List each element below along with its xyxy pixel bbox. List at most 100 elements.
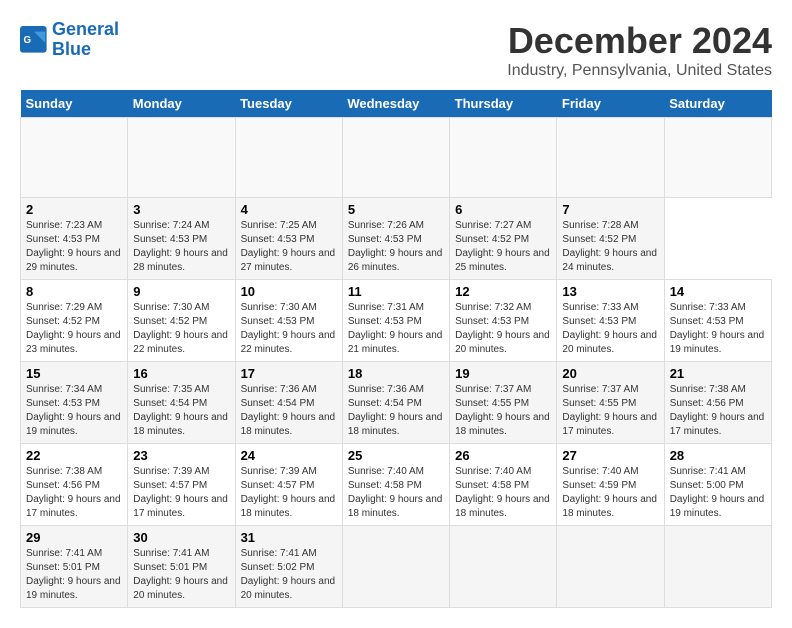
day-info: Sunrise: 7:33 AMSunset: 4:53 PMDaylight:… <box>670 301 766 357</box>
day-cell-6: 6 Sunrise: 7:27 AMSunset: 4:52 PMDayligh… <box>450 198 557 280</box>
week-row-1 <box>21 118 772 198</box>
day-cell-15: 15 Sunrise: 7:34 AMSunset: 4:53 PMDaylig… <box>21 362 128 444</box>
day-number: 25 <box>348 448 444 463</box>
day-info: Sunrise: 7:36 AMSunset: 4:54 PMDaylight:… <box>241 383 337 439</box>
day-number: 7 <box>562 202 658 217</box>
day-number: 22 <box>26 448 122 463</box>
day-info: Sunrise: 7:34 AMSunset: 4:53 PMDaylight:… <box>26 383 122 439</box>
week-row-6: 29 Sunrise: 7:41 AMSunset: 5:01 PMDaylig… <box>21 526 772 608</box>
day-info: Sunrise: 7:26 AMSunset: 4:53 PMDaylight:… <box>348 219 444 275</box>
day-number: 17 <box>241 366 337 381</box>
day-info: Sunrise: 7:37 AMSunset: 4:55 PMDaylight:… <box>455 383 551 439</box>
day-number: 8 <box>26 284 122 299</box>
week-row-3: 8 Sunrise: 7:29 AMSunset: 4:52 PMDayligh… <box>21 280 772 362</box>
month-title: December 2024 <box>507 20 772 62</box>
day-info: Sunrise: 7:40 AMSunset: 4:58 PMDaylight:… <box>455 465 551 521</box>
day-cell-8: 8 Sunrise: 7:29 AMSunset: 4:52 PMDayligh… <box>21 280 128 362</box>
day-info: Sunrise: 7:24 AMSunset: 4:53 PMDaylight:… <box>133 219 229 275</box>
day-number: 11 <box>348 284 444 299</box>
day-info: Sunrise: 7:30 AMSunset: 4:53 PMDaylight:… <box>241 301 337 357</box>
empty-cell <box>342 118 449 198</box>
day-info: Sunrise: 7:23 AMSunset: 4:53 PMDaylight:… <box>26 219 122 275</box>
week-row-2: 2 Sunrise: 7:23 AMSunset: 4:53 PMDayligh… <box>21 198 772 280</box>
day-number: 31 <box>241 530 337 545</box>
day-cell-2: 2 Sunrise: 7:23 AMSunset: 4:53 PMDayligh… <box>21 198 128 280</box>
day-number: 21 <box>670 366 766 381</box>
day-info: Sunrise: 7:29 AMSunset: 4:52 PMDaylight:… <box>26 301 122 357</box>
day-info: Sunrise: 7:32 AMSunset: 4:53 PMDaylight:… <box>455 301 551 357</box>
day-cell-26: 26 Sunrise: 7:40 AMSunset: 4:58 PMDaylig… <box>450 444 557 526</box>
week-row-4: 15 Sunrise: 7:34 AMSunset: 4:53 PMDaylig… <box>21 362 772 444</box>
day-cell-29: 29 Sunrise: 7:41 AMSunset: 5:01 PMDaylig… <box>21 526 128 608</box>
day-number: 24 <box>241 448 337 463</box>
day-info: Sunrise: 7:41 AMSunset: 5:01 PMDaylight:… <box>26 547 122 603</box>
empty-cell <box>557 526 664 608</box>
day-cell-10: 10 Sunrise: 7:30 AMSunset: 4:53 PMDaylig… <box>235 280 342 362</box>
header-wednesday: Wednesday <box>342 90 449 118</box>
day-number: 12 <box>455 284 551 299</box>
header-friday: Friday <box>557 90 664 118</box>
day-cell-13: 13 Sunrise: 7:33 AMSunset: 4:53 PMDaylig… <box>557 280 664 362</box>
day-cell-25: 25 Sunrise: 7:40 AMSunset: 4:58 PMDaylig… <box>342 444 449 526</box>
day-cell-5: 5 Sunrise: 7:26 AMSunset: 4:53 PMDayligh… <box>342 198 449 280</box>
day-cell-16: 16 Sunrise: 7:35 AMSunset: 4:54 PMDaylig… <box>128 362 235 444</box>
day-number: 14 <box>670 284 766 299</box>
day-number: 20 <box>562 366 658 381</box>
title-area: December 2024 Industry, Pennsylvania, Un… <box>507 20 772 80</box>
day-number: 15 <box>26 366 122 381</box>
header-thursday: Thursday <box>450 90 557 118</box>
day-number: 16 <box>133 366 229 381</box>
day-info: Sunrise: 7:30 AMSunset: 4:52 PMDaylight:… <box>133 301 229 357</box>
day-info: Sunrise: 7:41 AMSunset: 5:00 PMDaylight:… <box>670 465 766 521</box>
day-cell-19: 19 Sunrise: 7:37 AMSunset: 4:55 PMDaylig… <box>450 362 557 444</box>
day-number: 18 <box>348 366 444 381</box>
empty-cell <box>450 118 557 198</box>
day-number: 3 <box>133 202 229 217</box>
day-info: Sunrise: 7:31 AMSunset: 4:53 PMDaylight:… <box>348 301 444 357</box>
day-cell-18: 18 Sunrise: 7:36 AMSunset: 4:54 PMDaylig… <box>342 362 449 444</box>
empty-cell <box>664 118 771 198</box>
day-info: Sunrise: 7:39 AMSunset: 4:57 PMDaylight:… <box>241 465 337 521</box>
day-cell-7: 7 Sunrise: 7:28 AMSunset: 4:52 PMDayligh… <box>557 198 664 280</box>
day-number: 10 <box>241 284 337 299</box>
empty-cell <box>128 118 235 198</box>
day-number: 28 <box>670 448 766 463</box>
day-number: 13 <box>562 284 658 299</box>
logo-text: General Blue <box>52 20 119 60</box>
day-number: 26 <box>455 448 551 463</box>
day-info: Sunrise: 7:36 AMSunset: 4:54 PMDaylight:… <box>348 383 444 439</box>
location-title: Industry, Pennsylvania, United States <box>507 62 772 80</box>
empty-cell <box>450 526 557 608</box>
day-cell-11: 11 Sunrise: 7:31 AMSunset: 4:53 PMDaylig… <box>342 280 449 362</box>
day-info: Sunrise: 7:33 AMSunset: 4:53 PMDaylight:… <box>562 301 658 357</box>
logo-icon: G <box>20 26 48 54</box>
day-cell-23: 23 Sunrise: 7:39 AMSunset: 4:57 PMDaylig… <box>128 444 235 526</box>
empty-cell <box>557 118 664 198</box>
day-cell-3: 3 Sunrise: 7:24 AMSunset: 4:53 PMDayligh… <box>128 198 235 280</box>
day-cell-27: 27 Sunrise: 7:40 AMSunset: 4:59 PMDaylig… <box>557 444 664 526</box>
day-cell-24: 24 Sunrise: 7:39 AMSunset: 4:57 PMDaylig… <box>235 444 342 526</box>
day-cell-14: 14 Sunrise: 7:33 AMSunset: 4:53 PMDaylig… <box>664 280 771 362</box>
day-number: 27 <box>562 448 658 463</box>
day-cell-4: 4 Sunrise: 7:25 AMSunset: 4:53 PMDayligh… <box>235 198 342 280</box>
header-sunday: Sunday <box>21 90 128 118</box>
day-cell-31: 31 Sunrise: 7:41 AMSunset: 5:02 PMDaylig… <box>235 526 342 608</box>
day-info: Sunrise: 7:27 AMSunset: 4:52 PMDaylight:… <box>455 219 551 275</box>
day-cell-28: 28 Sunrise: 7:41 AMSunset: 5:00 PMDaylig… <box>664 444 771 526</box>
day-info: Sunrise: 7:41 AMSunset: 5:01 PMDaylight:… <box>133 547 229 603</box>
day-info: Sunrise: 7:40 AMSunset: 4:59 PMDaylight:… <box>562 465 658 521</box>
day-info: Sunrise: 7:38 AMSunset: 4:56 PMDaylight:… <box>670 383 766 439</box>
header-tuesday: Tuesday <box>235 90 342 118</box>
week-row-5: 22 Sunrise: 7:38 AMSunset: 4:56 PMDaylig… <box>21 444 772 526</box>
header: G General Blue December 2024 Industry, P… <box>20 20 772 80</box>
empty-cell <box>664 526 771 608</box>
day-info: Sunrise: 7:39 AMSunset: 4:57 PMDaylight:… <box>133 465 229 521</box>
day-cell-17: 17 Sunrise: 7:36 AMSunset: 4:54 PMDaylig… <box>235 362 342 444</box>
day-cell-30: 30 Sunrise: 7:41 AMSunset: 5:01 PMDaylig… <box>128 526 235 608</box>
day-cell-9: 9 Sunrise: 7:30 AMSunset: 4:52 PMDayligh… <box>128 280 235 362</box>
day-info: Sunrise: 7:28 AMSunset: 4:52 PMDaylight:… <box>562 219 658 275</box>
empty-cell <box>342 526 449 608</box>
svg-text:G: G <box>24 35 32 46</box>
day-number: 5 <box>348 202 444 217</box>
day-info: Sunrise: 7:38 AMSunset: 4:56 PMDaylight:… <box>26 465 122 521</box>
